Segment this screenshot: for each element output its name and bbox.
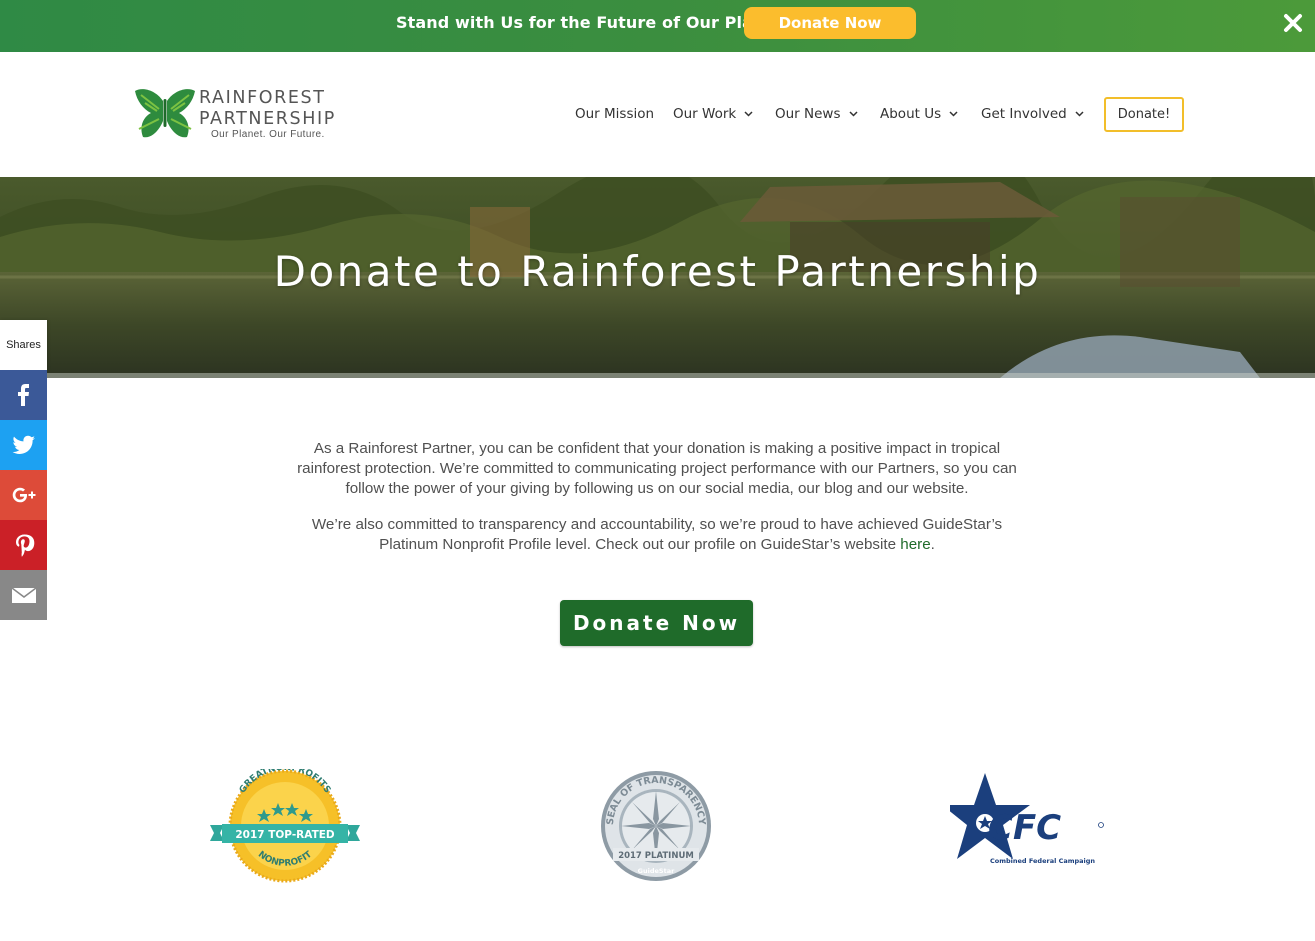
great-nonprofits-ribbon: 2017 TOP-RATED bbox=[235, 829, 335, 841]
header-donate-button[interactable]: Donate! bbox=[1104, 97, 1184, 132]
guidestar-seal-badge[interactable]: SEAL OF TRANSPARENCY 2017 PLATINUM Guide… bbox=[599, 769, 713, 883]
chevron-down-icon bbox=[848, 111, 858, 117]
transparency-paragraph: We’re also committed to transparency and… bbox=[257, 515, 1057, 555]
nav-label: Our Mission bbox=[575, 106, 655, 122]
nav-label: Our News bbox=[775, 106, 841, 122]
intro-line: follow the power of your giving by follo… bbox=[345, 480, 969, 497]
intro-paragraph: As a Rainforest Partner, you can be conf… bbox=[257, 439, 1057, 499]
nav-get-involved[interactable]: Get Involved bbox=[981, 104, 1084, 124]
top-announcement-banner: Stand with Us for the Future of Our Plan… bbox=[0, 0, 1315, 52]
transparency-line: Platinum Nonprofit Profile level. Check … bbox=[379, 536, 901, 553]
logo-name-line1: RAINFOREST bbox=[199, 88, 326, 108]
logo-name-line2: PARTNERSHIP bbox=[199, 109, 336, 129]
nav-label: Our Work bbox=[673, 106, 737, 122]
email-icon bbox=[11, 587, 36, 603]
chevron-down-icon bbox=[949, 111, 958, 117]
nav-our-work[interactable]: Our Work bbox=[673, 104, 753, 124]
share-email-button[interactable] bbox=[0, 570, 47, 620]
nav-about-us[interactable]: About Us bbox=[880, 104, 958, 124]
cfc-mark: CFC bbox=[988, 808, 1061, 848]
pinterest-icon bbox=[15, 534, 34, 557]
cfc-name: Combined Federal Campaign bbox=[990, 857, 1095, 865]
twitter-icon bbox=[11, 435, 35, 454]
transparency-end: . bbox=[930, 536, 935, 553]
nav-our-mission[interactable]: Our Mission bbox=[575, 104, 654, 124]
intro-line: As a Rainforest Partner, you can be conf… bbox=[313, 440, 1001, 457]
nav-our-news[interactable]: Our News bbox=[775, 104, 858, 124]
close-icon[interactable] bbox=[1283, 13, 1303, 33]
guidestar-link[interactable]: here bbox=[900, 536, 930, 553]
logo-tagline: Our Planet. Our Future. bbox=[211, 129, 325, 140]
banner-donate-button[interactable]: Donate Now bbox=[744, 7, 916, 39]
donate-now-button[interactable]: Donate Now bbox=[560, 600, 753, 646]
share-twitter-button[interactable] bbox=[0, 420, 47, 470]
page-title: Donate to Rainforest Partnership bbox=[273, 247, 1042, 296]
google-plus-icon bbox=[12, 487, 35, 503]
intro-line: rainforest protection. We’re committed t… bbox=[297, 460, 1017, 477]
share-sidebar: Shares bbox=[0, 320, 47, 620]
share-facebook-button[interactable] bbox=[0, 370, 47, 420]
guidestar-level: 2017 PLATINUM bbox=[618, 851, 694, 861]
chevron-down-icon bbox=[1075, 111, 1084, 117]
nav-label: Get Involved bbox=[981, 106, 1067, 122]
cfc-badge[interactable]: CFC Combined Federal Campaign bbox=[950, 771, 1110, 871]
hero-banner: Donate to Rainforest Partnership bbox=[0, 177, 1315, 378]
facebook-icon bbox=[17, 384, 29, 406]
great-nonprofits-badge[interactable]: GREATNONPROFITS 2017 TOP-RATED NONPROFIT bbox=[210, 769, 360, 883]
share-pinterest-button[interactable] bbox=[0, 520, 47, 570]
chevron-down-icon bbox=[744, 111, 753, 117]
site-header: RAINFOREST PARTNERSHIP Our Planet. Our F… bbox=[0, 52, 1315, 177]
butterfly-logo-icon bbox=[135, 89, 195, 138]
guidestar-brand: GuideStar bbox=[638, 867, 675, 875]
share-google-plus-button[interactable] bbox=[0, 470, 47, 520]
transparency-line: We’re also committed to transparency and… bbox=[311, 516, 1003, 533]
nav-label: About Us bbox=[880, 106, 942, 122]
banner-text: Stand with Us for the Future of Our Plan… bbox=[396, 13, 784, 32]
site-logo[interactable]: RAINFOREST PARTNERSHIP Our Planet. Our F… bbox=[133, 87, 343, 143]
share-label: Shares bbox=[0, 320, 47, 370]
